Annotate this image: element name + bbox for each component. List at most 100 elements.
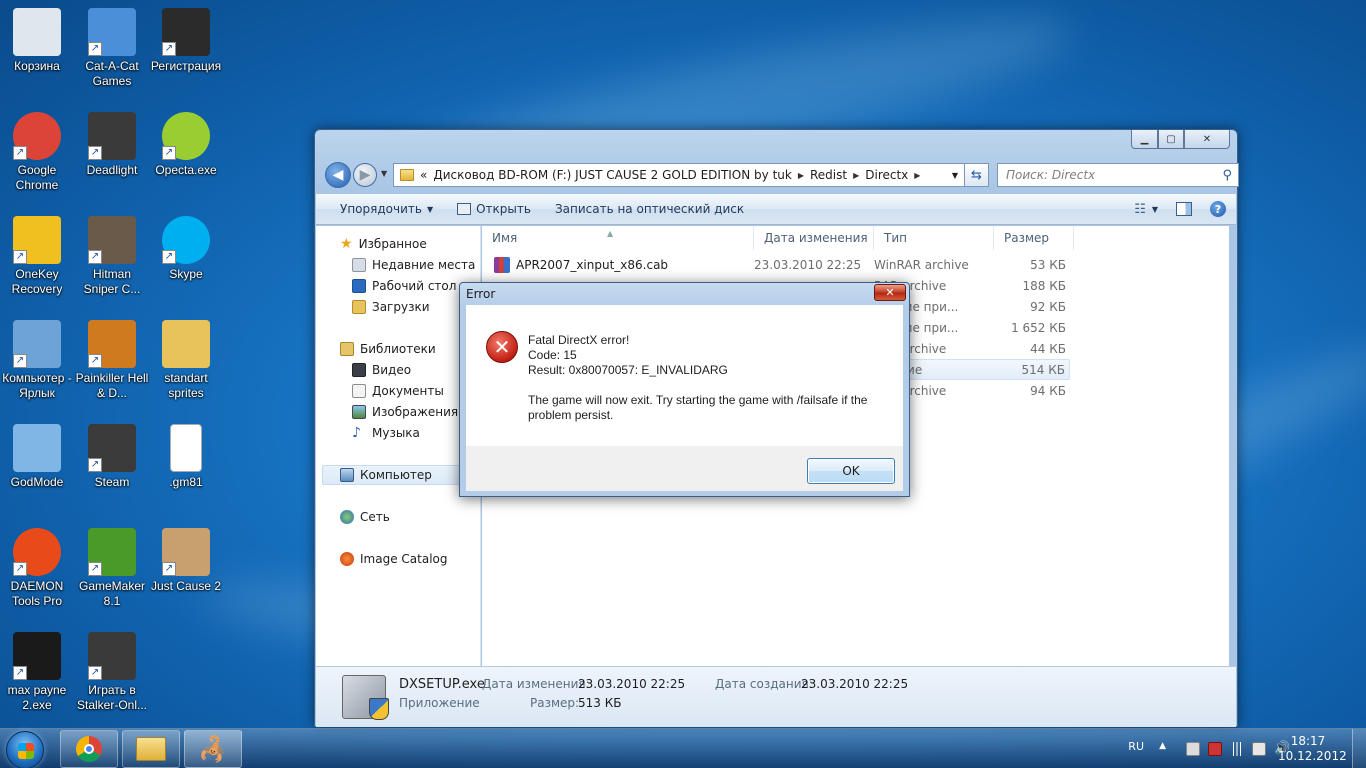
- onekey-recovery-icon: ↗: [13, 216, 61, 264]
- desktop-icon-stalker[interactable]: ↗ Играть в Stalker-Onl...: [75, 632, 149, 713]
- desktop-icon-gamemaker[interactable]: ↗ GameMaker 8.1: [75, 528, 149, 609]
- search-placeholder: Поиск: Directx: [1006, 168, 1096, 182]
- ok-button[interactable]: OK: [807, 458, 895, 484]
- desktop-icon-registration[interactable]: ↗ Регистрация: [149, 8, 223, 74]
- preview-pane-button[interactable]: [1176, 202, 1192, 216]
- desktop-icon-label: OneKey Recovery: [11, 267, 63, 296]
- start-button[interactable]: [6, 731, 44, 768]
- maximize-button[interactable]: ▢: [1158, 130, 1184, 149]
- organize-button[interactable]: Упорядочить ▼: [316, 194, 445, 224]
- address-dropdown-icon[interactable]: ▼: [952, 171, 958, 180]
- details-created-value: 23.03.2010 22:25: [801, 677, 909, 691]
- desktop-icon-chrome[interactable]: ↗ Google Chrome: [0, 112, 74, 193]
- sort-up-icon: ▲: [607, 229, 614, 238]
- desktop-icon-skype[interactable]: ↗ Skype: [149, 216, 223, 282]
- breadcrumb-separator-icon[interactable]: ▶: [798, 171, 804, 180]
- desktop-icon-label: Deadlight: [86, 163, 138, 177]
- nav-desktop-label: Рабочий стол: [372, 279, 457, 293]
- column-type[interactable]: Тип: [874, 226, 994, 250]
- file-row[interactable]: APR2007_xinput_x86.cab 23.03.2010 22:25 Wi…: [494, 254, 1070, 275]
- column-name-label: Имя: [492, 231, 518, 245]
- address-bar[interactable]: « Дисковод BD-ROM (F:) JUST CAUSE 2 GOLD…: [393, 163, 965, 187]
- breadcrumb-separator-icon[interactable]: ▶: [853, 171, 859, 180]
- nav-recent-places[interactable]: Недавние места: [352, 255, 475, 275]
- column-date[interactable]: Дата изменения: [754, 226, 874, 250]
- nav-downloads[interactable]: Загрузки: [352, 297, 430, 317]
- taskbar-scorpion-app[interactable]: 🦂: [184, 730, 242, 768]
- address-chevron[interactable]: «: [420, 168, 427, 182]
- desktop-icon-cat-a-cat[interactable]: ↗ Cat-A-Cat Games: [75, 8, 149, 89]
- daemon-tools-icon: ↗: [13, 528, 61, 576]
- message-line-1: Fatal DirectX error!: [528, 333, 630, 347]
- nav-network[interactable]: Сеть: [340, 507, 390, 527]
- nav-video[interactable]: Видео: [352, 360, 411, 380]
- desktop-icon-computer[interactable]: ↗ Компьютер - Ярлык: [0, 320, 74, 401]
- desktop-icon-steam[interactable]: ↗ Steam: [75, 424, 149, 490]
- security-icon[interactable]: [1208, 742, 1222, 756]
- nav-favorites[interactable]: ★ Избранное: [340, 234, 427, 254]
- file-size: 53 КБ: [1030, 257, 1066, 272]
- open-button[interactable]: Открыть: [445, 194, 543, 224]
- desktop-icon-recycle-bin[interactable]: Корзина: [0, 8, 74, 74]
- recent-pages-dropdown[interactable]: ▼: [381, 169, 387, 178]
- nav-documents[interactable]: Документы: [352, 381, 444, 401]
- nav-documents-label: Документы: [372, 384, 444, 398]
- taskbar-chrome[interactable]: [60, 730, 118, 768]
- skype-icon: ↗: [162, 216, 210, 264]
- column-headers: Имя ▲ Дата изменения Тип Размер: [482, 226, 1229, 250]
- minimize-button[interactable]: ▁: [1131, 130, 1158, 149]
- nav-image-catalog[interactable]: Image Catalog: [340, 549, 447, 569]
- clock[interactable]: 18:17 10.12.2012: [1278, 734, 1347, 764]
- desktop-icon-onekey-recovery[interactable]: ↗ OneKey Recovery: [0, 216, 74, 297]
- show-desktop-button[interactable]: [1352, 729, 1366, 768]
- desktop-icon-godmode[interactable]: GodMode: [0, 424, 74, 490]
- painkiller-icon: ↗: [88, 320, 136, 368]
- desktop-icon-opecta[interactable]: ↗ Opecta.exe: [149, 112, 223, 178]
- refresh-button[interactable]: ⇆: [965, 163, 989, 187]
- search-input[interactable]: Поиск: Directx ⚲: [997, 163, 1239, 187]
- desktop-icon-just-cause-2[interactable]: ↗ Just Cause 2: [149, 528, 223, 594]
- breadcrumb-redist[interactable]: Redist: [810, 168, 847, 182]
- close-button[interactable]: ✕: [1184, 130, 1230, 149]
- breadcrumb-drive[interactable]: Дисковод BD-ROM (F:) JUST CAUSE 2 GOLD E…: [433, 168, 792, 182]
- help-icon[interactable]: ?: [1210, 201, 1226, 217]
- shortcut-arrow-icon: ↗: [13, 562, 27, 576]
- taskbar-explorer[interactable]: [122, 730, 180, 768]
- battery-icon[interactable]: [1252, 742, 1266, 756]
- show-hidden-icons[interactable]: ▲: [1159, 741, 1166, 751]
- column-name[interactable]: Имя ▲: [482, 226, 754, 250]
- desktop-icon-blank-file[interactable]: .gm81: [149, 424, 223, 490]
- nav-computer[interactable]: Компьютер: [340, 465, 432, 485]
- message-line-3: Result: 0x80070057: E_INVALIDARG: [528, 363, 728, 377]
- nav-music[interactable]: ♪ Музыка: [352, 423, 420, 443]
- search-icon[interactable]: ⚲: [1222, 168, 1232, 183]
- nav-images[interactable]: Изображения: [352, 402, 458, 422]
- file-size: 514 КБ: [1021, 362, 1065, 377]
- desktop-icon-deadlight[interactable]: ↗ Deadlight: [75, 112, 149, 178]
- error-dialog[interactable]: Error ✕ ✕ Fatal DirectX error! Code: 15 …: [459, 282, 910, 497]
- view-options-button[interactable]: ☷ ▼: [1134, 202, 1158, 217]
- burn-disc-button[interactable]: Записать на оптический диск: [543, 194, 756, 224]
- nav-video-label: Видео: [372, 363, 412, 377]
- chevron-down-icon: ▼: [426, 204, 434, 214]
- max-payne-icon: ↗: [13, 632, 61, 680]
- desktop-icon-painkiller[interactable]: ↗ Painkiller Hell & D...: [75, 320, 149, 401]
- back-button[interactable]: ◀: [325, 162, 351, 188]
- dialog-close-button[interactable]: ✕: [874, 284, 906, 301]
- minimize-icon: ▁: [1140, 133, 1149, 145]
- nav-libraries[interactable]: Библиотеки: [340, 339, 436, 359]
- language-indicator[interactable]: RU: [1128, 740, 1144, 753]
- desktop-icon-max-payne[interactable]: ↗ max payne 2.exe: [0, 632, 74, 713]
- breadcrumb-directx[interactable]: Directx: [865, 168, 908, 182]
- breadcrumb-separator-icon[interactable]: ▶: [914, 171, 920, 180]
- registration-icon: ↗: [162, 8, 210, 56]
- column-size[interactable]: Размер: [994, 226, 1074, 250]
- clock-time: 18:17: [1290, 734, 1326, 748]
- nav-desktop[interactable]: Рабочий стол: [352, 276, 456, 296]
- forward-button[interactable]: ▶: [353, 163, 377, 187]
- flag-error-icon[interactable]: [1186, 742, 1200, 756]
- signal-icon[interactable]: [1230, 742, 1244, 756]
- desktop-icon-hitman[interactable]: ↗ Hitman Sniper C...: [75, 216, 149, 297]
- desktop-icon-daemon-tools[interactable]: ↗ DAEMON Tools Pro: [0, 528, 74, 609]
- desktop-icon-folder[interactable]: standart sprites: [149, 320, 223, 401]
